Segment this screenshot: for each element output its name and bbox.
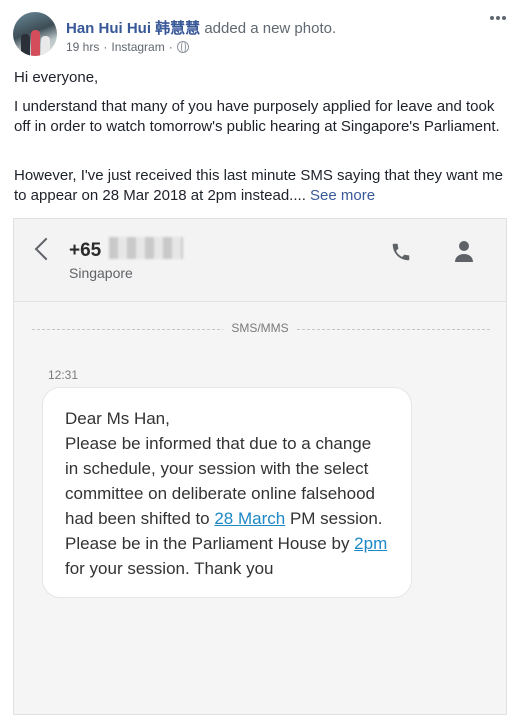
more-options-icon[interactable]: [490, 14, 506, 22]
meta-separator: ·: [103, 40, 108, 54]
facebook-post: Han Hui Hui 韩慧慧 added a new photo. 19 hr…: [0, 0, 516, 719]
time-link[interactable]: 2pm: [354, 534, 387, 553]
message-text: for your session. Thank you: [65, 559, 274, 578]
message-bubble: Dear Ms Han, Please be informed that due…: [42, 387, 412, 598]
see-more-link[interactable]: See more: [310, 187, 375, 204]
post-header: Han Hui Hui 韩慧慧 added a new photo.: [66, 17, 336, 38]
post-photo[interactable]: +65 Singapore SMS/MMS 12:31 Dear Ms Han,…: [13, 218, 507, 715]
post-time[interactable]: 19 hrs: [66, 40, 99, 54]
sender-number: +65: [69, 240, 102, 261]
post-paragraph: I understand that many of you have purpo…: [14, 98, 500, 135]
author-avatar[interactable]: [13, 12, 57, 56]
post-paragraph: Hi everyone,: [14, 69, 99, 86]
post-meta: 19 hrs · Instagram ·: [66, 40, 189, 54]
message-greeting: Dear Ms Han,: [65, 409, 170, 428]
post-paragraph-text: However, I've just received this last mi…: [14, 167, 503, 204]
avatar-figure: [21, 34, 30, 56]
phone-icon[interactable]: [390, 241, 412, 263]
post-action: added a new photo.: [204, 20, 337, 37]
sms-type-text: SMS/MMS: [223, 321, 297, 335]
sms-type-label: SMS/MMS: [14, 321, 506, 335]
sender-country: Singapore: [69, 265, 133, 281]
globe-icon[interactable]: [176, 41, 189, 53]
contact-icon[interactable]: [454, 239, 474, 263]
sms-header: +65 Singapore: [14, 219, 506, 302]
avatar-figure: [41, 36, 50, 56]
message-text: Please be in the Parliament House by: [65, 534, 355, 553]
date-link[interactable]: 28 March: [214, 509, 285, 528]
blurred-number: [109, 237, 183, 259]
back-arrow-icon[interactable]: [34, 237, 58, 261]
message-body: Please be informed that due to a change …: [65, 431, 389, 531]
message-time: 12:31: [48, 368, 79, 382]
meta-separator: ·: [168, 40, 173, 54]
author-name[interactable]: Han Hui Hui 韩慧慧: [66, 20, 200, 37]
post-source[interactable]: Instagram: [111, 40, 164, 54]
message-text: PM session.: [285, 509, 383, 528]
avatar-figure: [31, 30, 40, 56]
message-body: Please be in the Parliament House by 2pm…: [65, 531, 389, 581]
post-paragraph: However, I've just received this last mi…: [14, 166, 506, 206]
